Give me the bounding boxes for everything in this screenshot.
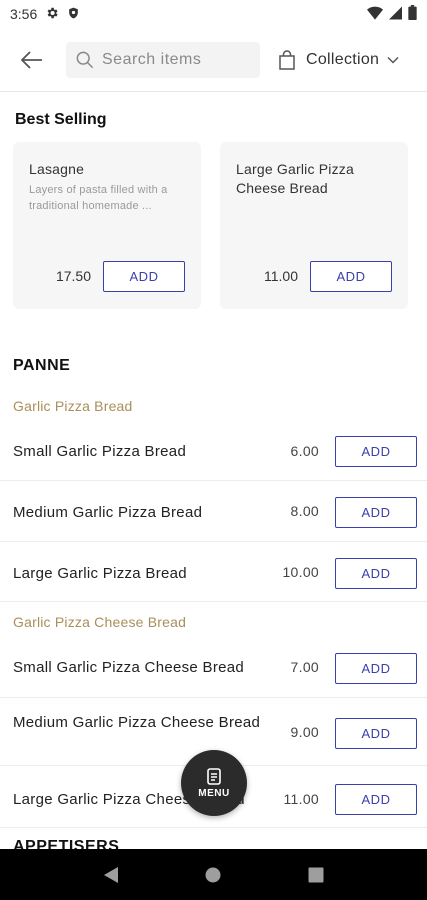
battery-icon <box>408 5 417 23</box>
circle-home-icon <box>205 867 221 882</box>
menu-content[interactable]: Best Selling Lasagne Layers of pasta fil… <box>0 93 427 849</box>
back-button[interactable] <box>12 40 52 80</box>
menu-item-price: 11.00 <box>283 791 319 807</box>
best-selling-title: Best Selling <box>15 111 107 128</box>
menu-fab-button[interactable]: MENU <box>181 750 247 816</box>
collection-selector[interactable]: Collection <box>278 42 399 78</box>
add-button[interactable]: ADD <box>335 653 417 684</box>
nav-home-button[interactable] <box>201 863 225 887</box>
collection-label: Collection <box>306 50 380 68</box>
add-button[interactable]: ADD <box>335 436 417 467</box>
status-time: 3:56 <box>10 6 38 22</box>
section-title: APPETISERS <box>13 838 120 849</box>
app-header: Collection <box>0 28 427 92</box>
menu-item-price: 8.00 <box>290 503 319 519</box>
shopping-bag-icon <box>279 49 295 70</box>
menu-fab-label: MENU <box>198 787 230 799</box>
menu-item-price: 10.00 <box>282 564 319 580</box>
add-button[interactable]: ADD <box>335 784 417 815</box>
shield-icon <box>67 6 80 23</box>
menu-item-price: 9.00 <box>290 724 319 740</box>
signal-icon <box>389 6 402 23</box>
menu-item-price: 6.00 <box>290 443 319 459</box>
menu-item-name: Small Garlic Pizza Cheese Bread <box>13 659 245 676</box>
search-box[interactable] <box>66 41 260 78</box>
triangle-back-icon <box>104 866 119 883</box>
nav-recents-button[interactable] <box>304 863 328 887</box>
best-selling-item-name: Lasagne <box>29 161 85 177</box>
menu-item-row[interactable]: Medium Garlic Pizza Bread 8.00 ADD <box>0 481 427 542</box>
menu-item-row[interactable]: Small Garlic Pizza Bread 6.00 ADD <box>0 421 427 481</box>
add-button[interactable]: ADD <box>310 261 392 292</box>
best-selling-item-price: 17.50 <box>55 268 91 284</box>
section-title: PANNE <box>13 357 71 374</box>
document-icon <box>207 767 221 785</box>
menu-item-name: Small Garlic Pizza Bread <box>13 443 187 460</box>
system-nav-bar <box>0 849 427 900</box>
chevron-down-icon <box>387 56 399 64</box>
category-title: Garlic Pizza Cheese Bread <box>13 614 187 630</box>
menu-item-row[interactable]: Large Garlic Pizza Bread 10.00 ADD <box>0 542 427 602</box>
menu-item-price: 7.00 <box>290 659 319 675</box>
best-selling-card[interactable]: Lasagne Layers of pasta filled with a tr… <box>13 142 201 309</box>
status-bar: 3:56 <box>0 0 427 28</box>
search-input[interactable] <box>102 50 252 69</box>
nav-back-button[interactable] <box>99 863 123 887</box>
arrow-left-icon <box>20 50 42 69</box>
add-button[interactable]: ADD <box>335 558 417 589</box>
menu-item-name: Large Garlic Pizza Bread <box>13 565 187 582</box>
best-selling-item-description: Layers of pasta filled with a traditiona… <box>29 184 168 212</box>
best-selling-card[interactable]: Large Garlic Pizza Cheese Bread 11.00 AD… <box>220 142 408 309</box>
menu-item-name: Medium Garlic Pizza Cheese Bread <box>13 714 261 731</box>
square-recents-icon <box>308 867 324 882</box>
category-title: Garlic Pizza Bread <box>13 398 133 414</box>
wifi-icon <box>367 6 383 23</box>
settings-icon <box>45 6 59 23</box>
best-selling-item-name: Large Garlic Pizza Cheese Bread <box>236 161 354 196</box>
menu-item-row[interactable]: Small Garlic Pizza Cheese Bread 7.00 ADD <box>0 637 427 698</box>
menu-item-name: Medium Garlic Pizza Bread <box>13 504 203 521</box>
add-button[interactable]: ADD <box>335 497 417 528</box>
best-selling-item-price: 11.00 <box>264 268 298 284</box>
add-button[interactable]: ADD <box>335 718 417 749</box>
search-icon <box>76 51 94 68</box>
add-button[interactable]: ADD <box>103 261 185 292</box>
